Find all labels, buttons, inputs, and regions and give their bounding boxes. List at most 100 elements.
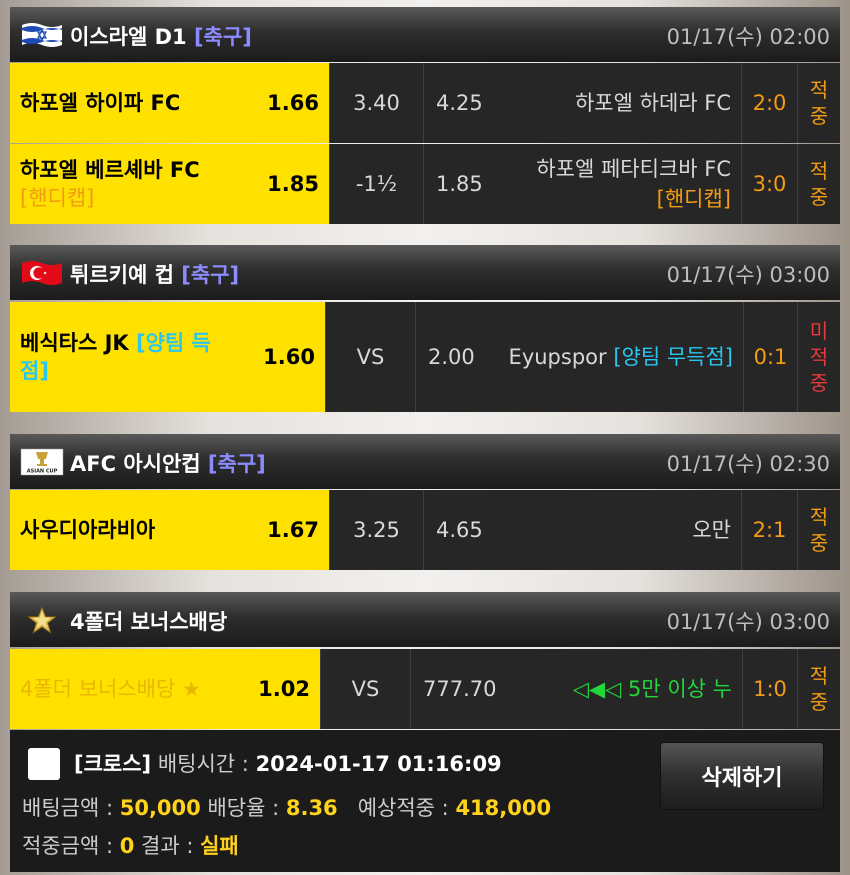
- bet-row: 하포엘 베르셰바 FC [핸디캡] 1.85 -1½ 1.85 하포엘 페타티크바…: [10, 144, 840, 224]
- away-team-cell[interactable]: 2.00 Eyupspor [양팀 무득점]: [416, 302, 744, 412]
- draw-odd-cell[interactable]: 3.25: [330, 490, 424, 570]
- away-team-cell[interactable]: 4.25 하포엘 하데라 FC: [424, 63, 742, 143]
- asian-cup-logo-icon: ASIAN CUP: [20, 448, 64, 476]
- league-name: 이스라엘 D1: [70, 25, 187, 49]
- sport-tag: [축구]: [181, 263, 240, 287]
- away-team-name: 하포엘 하데라 FC: [574, 91, 731, 115]
- delete-button[interactable]: 삭제하기: [660, 742, 824, 810]
- away-team-name: Eyupspor [양팀 무득점]: [509, 342, 733, 372]
- vs-label: VS: [351, 677, 380, 701]
- result-label: 결과 :: [141, 834, 194, 858]
- bet-row: 하포엘 하이파 FC 1.66 3.40 4.25 하포엘 하데라 FC 2:0…: [10, 63, 840, 143]
- home-odd: 1.60: [263, 345, 315, 369]
- expected-payout: 418,000: [455, 796, 552, 820]
- score-cell: 2:0: [742, 63, 798, 143]
- home-team-label: 하포엘 베르셰바 FC: [20, 158, 200, 182]
- score: 0:1: [753, 345, 788, 369]
- bet-time: 2024-01-17 01:16:09: [255, 752, 502, 776]
- match-block-bonus: 4폴더 보너스배당 01/17(수) 03:00 4폴더 보너스배당 ★ 1.0…: [10, 592, 840, 730]
- bet-row: 베식타스 JK [양팀 득점] 1.60 VS 2.00 Eyupspor [양…: [10, 302, 840, 412]
- summary-line-1: [크로스] 배팅시간 : 2024-01-17 01:16:09: [74, 748, 502, 778]
- home-odd: 1.66: [267, 91, 319, 115]
- odds-label: 배당율 :: [207, 796, 280, 820]
- league-header: 튀르키예 컵 [축구] 01/17(수) 03:00: [10, 245, 840, 300]
- home-odd: 1.02: [258, 677, 310, 701]
- delete-button-label: 삭제하기: [701, 766, 783, 791]
- away-team-cell[interactable]: 4.65 오만: [424, 490, 742, 570]
- score: 3:0: [752, 172, 787, 196]
- home-team-name: 사우디아라비아: [20, 518, 156, 542]
- league-name: 4폴더 보너스배당: [70, 610, 228, 634]
- home-team-name: 하포엘 하이파 FC: [20, 91, 181, 115]
- home-odd: 1.67: [267, 518, 319, 542]
- logo-text: ASIAN CUP: [27, 469, 58, 475]
- home-team-cell[interactable]: 4폴더 보너스배당 ★ 1.02: [10, 649, 321, 729]
- home-odd: 1.85: [267, 172, 319, 196]
- result-status: 적중: [809, 78, 829, 128]
- israel-flag-icon: [22, 23, 62, 47]
- result-cell: 적중: [798, 63, 840, 143]
- score: 2:1: [752, 518, 787, 542]
- sport-tag: [축구]: [207, 452, 266, 476]
- total-odds: 8.36: [285, 796, 338, 820]
- handicap-tag: [핸디캡]: [20, 186, 95, 210]
- match-datetime: 01/17(수) 03:00: [666, 263, 830, 287]
- away-team-cell[interactable]: 777.70 ◁◀◁ 5만 이상 누: [411, 649, 743, 729]
- home-team-label: 베식타스 JK: [20, 331, 129, 355]
- draw-odd: 3.40: [353, 91, 400, 115]
- bet-amount-label: 배팅금액 :: [22, 796, 114, 820]
- league-title: 이스라엘 D1 [축구]: [70, 21, 252, 51]
- result-cell: 적중: [798, 144, 840, 224]
- expected-label: 예상적중 :: [357, 796, 449, 820]
- summary-line-2: 배팅금액 : 50,000 배당율 : 8.36 예상적중 : 418,000: [22, 792, 551, 822]
- match-datetime: 01/17(수) 02:30: [666, 452, 830, 476]
- result-status: 적중: [809, 664, 829, 714]
- home-team-name: 베식타스 JK [양팀 득점]: [20, 329, 235, 385]
- score-cell: 0:1: [744, 302, 798, 412]
- win-amount-label: 적중금액 :: [22, 834, 114, 858]
- market-tag: [양팀 무득점]: [613, 345, 733, 369]
- bet-row: 사우디아라비아 1.67 3.25 4.65 오만 2:1 적중: [10, 490, 840, 570]
- handicap-cell[interactable]: -1½: [330, 144, 424, 224]
- bonus-condition: ◁◀◁ 5만 이상 누: [572, 677, 732, 701]
- away-odd: 777.70: [423, 677, 497, 701]
- bonus-name: 4폴더 보너스배당 ★: [20, 677, 201, 701]
- away-team-label: Eyupspor: [508, 345, 607, 369]
- draw-odd: 3.25: [353, 518, 400, 542]
- home-team-cell[interactable]: 베식타스 JK [양팀 득점] 1.60: [10, 302, 326, 412]
- home-team-name: 하포엘 베르셰바 FC [핸디캡]: [20, 156, 200, 212]
- result-cell: 적중: [798, 490, 840, 570]
- bet-result: 실패: [200, 834, 239, 858]
- summary-line-3: 적중금액 : 0 결과 : 실패: [22, 830, 239, 860]
- league-header: 4폴더 보너스배당 01/17(수) 03:00: [10, 592, 840, 647]
- match-block-afc: ASIAN CUP AFC 아시안컵 [축구] 01/17(수) 02:30 사…: [10, 434, 840, 571]
- handicap-value: -1½: [355, 172, 398, 196]
- turkey-flag-icon: [22, 261, 62, 285]
- league-header: 이스라엘 D1 [축구] 01/17(수) 02:00: [10, 7, 840, 62]
- home-team-cell[interactable]: 사우디아라비아 1.67: [10, 490, 330, 570]
- vs-cell: VS: [326, 302, 416, 412]
- bet-row: 4폴더 보너스배당 ★ 1.02 VS 777.70 ◁◀◁ 5만 이상 누 1…: [10, 649, 840, 729]
- away-odd: 2.00: [428, 345, 475, 369]
- vs-label: VS: [356, 345, 385, 369]
- score-cell: 2:1: [742, 490, 798, 570]
- bet-type: [크로스]: [74, 752, 152, 776]
- win-amount: 0: [119, 834, 135, 858]
- draw-odd-cell[interactable]: 3.40: [330, 63, 424, 143]
- home-team-cell[interactable]: 하포엘 베르셰바 FC [핸디캡] 1.85: [10, 144, 330, 224]
- score-cell: 3:0: [742, 144, 798, 224]
- select-checkbox[interactable]: [28, 748, 60, 780]
- home-team-cell[interactable]: 하포엘 하이파 FC 1.66: [10, 63, 330, 143]
- result-cell: 미적중: [798, 302, 840, 412]
- league-title: AFC 아시안컵 [축구]: [70, 448, 266, 478]
- match-datetime: 01/17(수) 03:00: [666, 610, 830, 634]
- league-title: 4폴더 보너스배당: [70, 606, 227, 636]
- away-team-name: 오만: [692, 518, 731, 542]
- result-status: 적중: [809, 505, 829, 555]
- bet-amount: 50,000: [119, 796, 201, 820]
- away-team-cell[interactable]: 1.85 하포엘 페타티크바 FC [핸디캡]: [424, 144, 742, 224]
- result-cell: 적중: [798, 649, 840, 729]
- vs-cell: VS: [321, 649, 411, 729]
- match-block-turkey: 튀르키예 컵 [축구] 01/17(수) 03:00 베식타스 JK [양팀 득…: [10, 245, 840, 412]
- league-header: ASIAN CUP AFC 아시안컵 [축구] 01/17(수) 02:30: [10, 434, 840, 489]
